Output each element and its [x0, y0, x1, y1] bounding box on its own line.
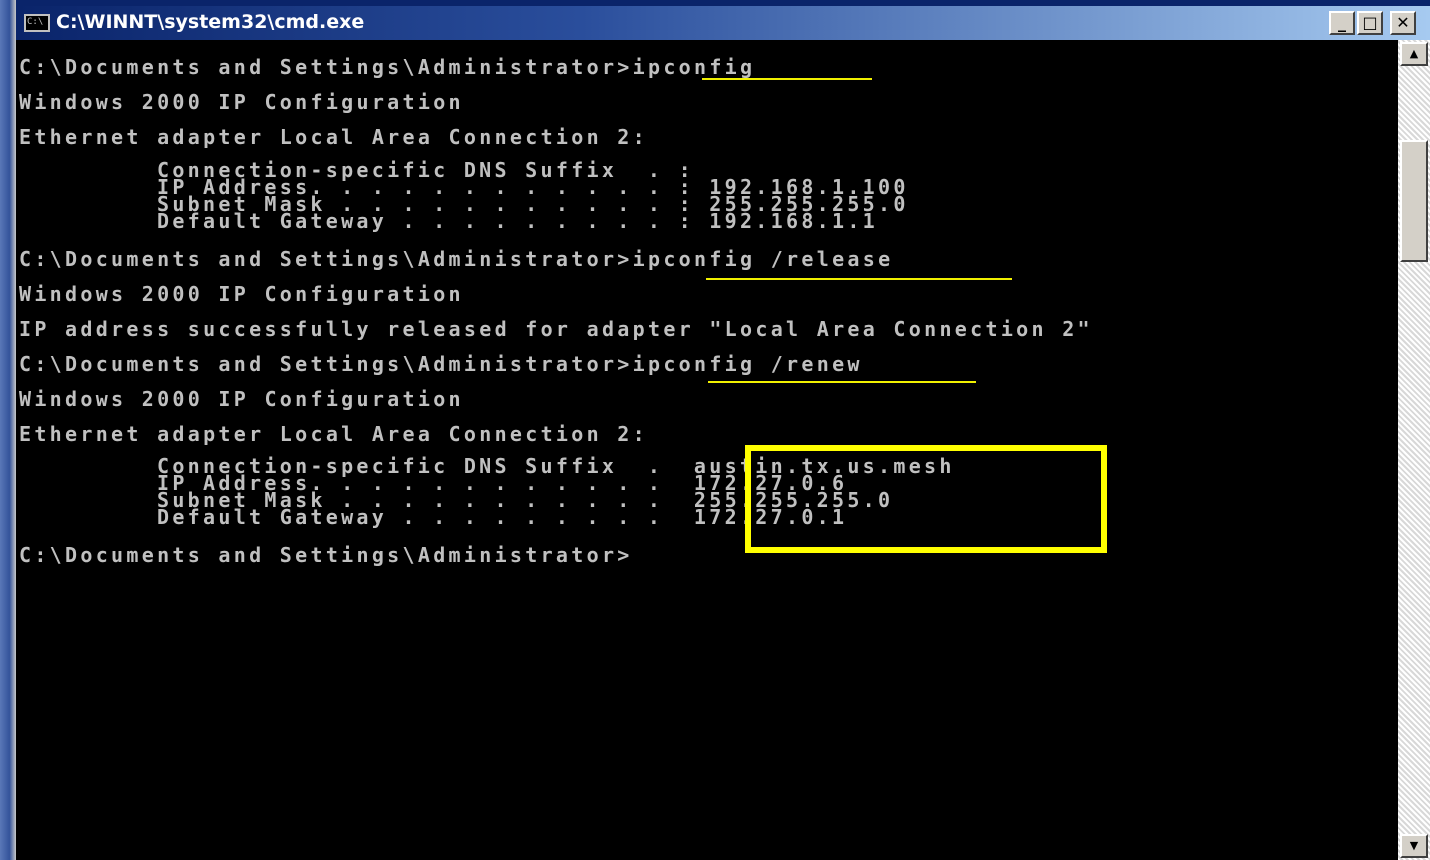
console-output[interactable]: C:\Documents and Settings\Administrator>…: [16, 40, 1398, 860]
renew-default-gateway: Default Gateway . . . . . . . . . 172.27…: [157, 505, 848, 529]
adapter-header: Ethernet adapter Local Area Connection 2…: [19, 422, 648, 446]
title-bar[interactable]: C:\ C:\WINNT\system32\cmd.exe _ □ ✕: [16, 6, 1430, 40]
cmd-window: C:\ C:\WINNT\system32\cmd.exe _ □ ✕ C:\D…: [0, 0, 1430, 860]
maximize-button[interactable]: □: [1357, 11, 1383, 35]
command-underline: [706, 278, 1012, 280]
highlight-box: [745, 445, 1107, 553]
window-left-border: [0, 0, 16, 860]
command-prompt-current[interactable]: C:\Documents and Settings\Administrator>: [19, 545, 633, 565]
scroll-down-arrow-icon[interactable]: ▼: [1400, 834, 1428, 858]
close-button[interactable]: ✕: [1390, 11, 1416, 35]
output-header: Windows 2000 IP Configuration: [19, 387, 464, 411]
command-prompt-release: C:\Documents and Settings\Administrator>…: [19, 247, 894, 271]
output-header: Windows 2000 IP Configuration: [19, 90, 464, 114]
window-title: C:\WINNT\system32\cmd.exe: [56, 11, 365, 33]
adapter-header: Ethernet adapter Local Area Connection 2…: [19, 125, 648, 149]
scroll-thumb[interactable]: [1400, 140, 1428, 262]
command-underline: [708, 381, 976, 383]
command-prompt-renew: C:\Documents and Settings\Administrator>…: [19, 352, 863, 376]
scroll-up-arrow-icon[interactable]: ▲: [1400, 42, 1428, 66]
output-header: Windows 2000 IP Configuration: [19, 282, 464, 306]
config-default-gateway: Default Gateway . . . . . . . . . : 192.…: [157, 209, 879, 233]
vertical-scrollbar[interactable]: ▲ ▼: [1398, 40, 1430, 860]
release-message: IP address successfully released for ada…: [19, 317, 1093, 341]
console-app-icon[interactable]: C:\: [24, 14, 50, 32]
command-prompt-ipconfig: C:\Documents and Settings\Administrator>…: [19, 55, 756, 79]
minimize-button[interactable]: _: [1329, 11, 1355, 35]
command-underline: [702, 78, 872, 80]
